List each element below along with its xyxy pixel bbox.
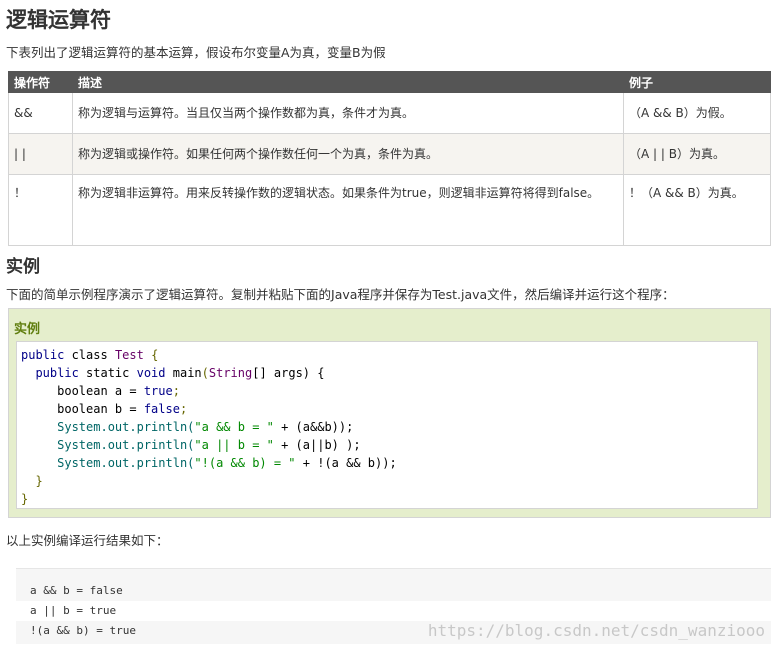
output-line: a && b = false bbox=[30, 584, 123, 597]
page-title: 逻辑运算符 bbox=[6, 8, 111, 32]
watermark: https://blog.csdn.net/csdn_wanziooo bbox=[427, 621, 765, 640]
code-line: System.out.println("a && b = " + (a&&b))… bbox=[21, 420, 354, 434]
section-title: 实例 bbox=[6, 257, 40, 277]
header-operator: 操作符 bbox=[8, 71, 73, 93]
table-row: ！ 称为逻辑非运算符。用来反转操作数的逻辑状态。如果条件为true，则逻辑非运算… bbox=[8, 174, 771, 246]
example-box: 实例 public class Test { public static voi… bbox=[8, 308, 771, 518]
code-block[interactable]: public class Test { public static void m… bbox=[16, 341, 758, 509]
operator-table: 操作符 描述 例子 && 称为逻辑与运算符。当且仅当两个操作数都为真，条件才为真… bbox=[8, 71, 771, 246]
cell-operator: | | bbox=[8, 133, 73, 175]
cell-example: （A && B）为假。 bbox=[623, 92, 771, 134]
code-line: } bbox=[21, 492, 29, 506]
cell-operator: ！ bbox=[8, 174, 73, 246]
code-line: boolean b = false; bbox=[21, 402, 188, 416]
code-line: public static void main(String[] args) { bbox=[35, 366, 325, 380]
cell-operator: && bbox=[8, 92, 73, 134]
cell-example: （A | | B）为真。 bbox=[623, 133, 771, 175]
header-description: 描述 bbox=[72, 71, 624, 93]
section-description: 下面的简单示例程序演示了逻辑运算符。复制并粘贴下面的Java程序并保存为Test… bbox=[6, 287, 675, 302]
result-description: 以上实例编译运行结果如下： bbox=[6, 533, 169, 548]
header-example: 例子 bbox=[623, 71, 771, 93]
cell-description: 称为逻辑或操作符。如果任何两个操作数任何一个为真，条件为真。 bbox=[72, 133, 624, 175]
code-line: System.out.println("!(a && b) = " + !(a … bbox=[21, 456, 397, 470]
cell-description: 称为逻辑与运算符。当且仅当两个操作数都为真，条件才为真。 bbox=[72, 92, 624, 134]
table-row: && 称为逻辑与运算符。当且仅当两个操作数都为真，条件才为真。 （A && B）… bbox=[8, 92, 771, 134]
table-row: | | 称为逻辑或操作符。如果任何两个操作数任何一个为真，条件为真。 （A | … bbox=[8, 133, 771, 175]
cell-example: ！（A && B）为真。 bbox=[623, 174, 771, 246]
intro-text: 下表列出了逻辑运算符的基本运算，假设布尔变量A为真，变量B为假 bbox=[6, 45, 386, 60]
cell-description: 称为逻辑非运算符。用来反转操作数的逻辑状态。如果条件为true，则逻辑非运算符将… bbox=[72, 174, 624, 246]
example-label: 实例 bbox=[14, 322, 41, 337]
output-line: a || b = true bbox=[16, 601, 771, 621]
code-line: public class Test { bbox=[21, 348, 159, 362]
code-line: System.out.println("a || b = " + (a||b) … bbox=[21, 438, 361, 452]
code-line: boolean a = true; bbox=[21, 384, 180, 398]
table-header-row: 操作符 描述 例子 bbox=[8, 71, 771, 93]
code-line: } bbox=[21, 474, 43, 488]
